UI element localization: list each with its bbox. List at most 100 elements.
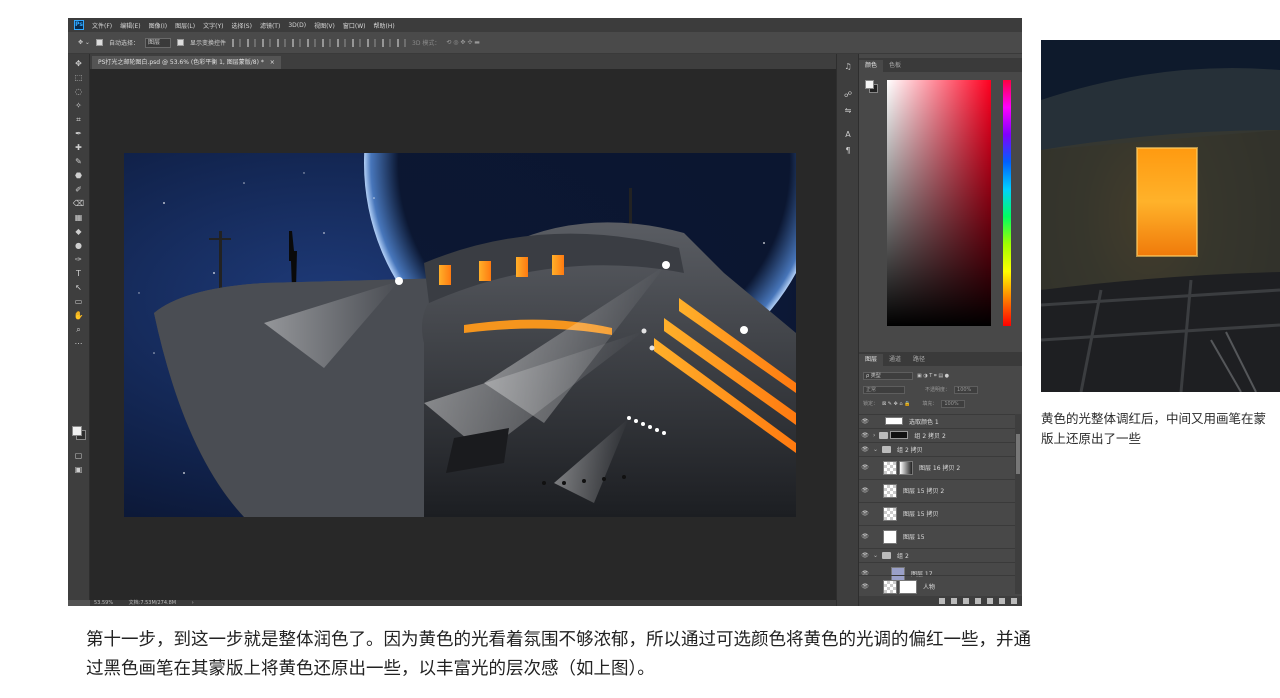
canvas-area[interactable]	[90, 69, 836, 600]
tab-channels[interactable]: 通道	[883, 354, 907, 366]
link-layers-icon[interactable]	[939, 598, 945, 604]
layer-name[interactable]: 组 2	[897, 551, 909, 560]
lock-icons[interactable]: ⊠ ✎ ✥ ⌂ 🔒	[882, 401, 910, 407]
layer-row[interactable]: 👁 人物	[859, 575, 1015, 597]
layer-name[interactable]: 图层 15	[903, 532, 925, 541]
color-panel-foreground-chip[interactable]	[865, 80, 874, 89]
layer-thumbnail[interactable]	[883, 506, 897, 521]
move-tool-icon[interactable]: ✥ ⌄	[78, 39, 90, 46]
layer-kind-filter[interactable]: ρ 类型	[863, 371, 913, 380]
menu-image[interactable]: 图像(I)	[149, 21, 167, 30]
layer-group-row[interactable]: 👁 › 组 2 拷贝 2	[859, 428, 1015, 441]
clone-stamp-tool-icon[interactable]: ⬣	[72, 170, 85, 181]
menu-filter[interactable]: 滤镜(T)	[260, 21, 280, 30]
layer-row[interactable]: 👁 图层 15 拷贝	[859, 502, 1015, 524]
auto-select-dropdown[interactable]: 图层	[144, 37, 171, 48]
healing-brush-tool-icon[interactable]: ✚	[72, 142, 85, 153]
tab-color[interactable]: 颜色	[859, 60, 884, 72]
tab-layers[interactable]: 图层	[859, 354, 884, 366]
eyedropper-tool-icon[interactable]: ✒	[72, 128, 85, 139]
align-top-icon[interactable]	[232, 38, 241, 47]
brush-tool-icon[interactable]: ✎	[72, 156, 85, 167]
3d-rotate-icon[interactable]: ⟲ ◎ ✥ ✣ ▬	[446, 39, 480, 46]
expand-arrow-icon[interactable]: ›	[873, 432, 875, 439]
menu-type[interactable]: 文字(Y)	[203, 21, 223, 30]
zoom-tool-icon[interactable]: ⌕	[72, 324, 85, 335]
menu-window[interactable]: 窗口(W)	[343, 21, 366, 30]
history-panel-icon[interactable]: ♫	[843, 62, 853, 72]
align-bottom-icon[interactable]	[262, 38, 271, 47]
layer-row[interactable]: 👁 图层 16 拷贝 2	[859, 456, 1015, 478]
layer-name[interactable]: 人物	[923, 582, 935, 591]
paragraph-panel-icon[interactable]: ¶	[843, 146, 853, 156]
screen-mode-icon[interactable]: ▣	[72, 464, 85, 475]
visibility-eye-icon[interactable]: 👁	[859, 432, 871, 439]
hand-tool-icon[interactable]: ✋	[72, 310, 85, 321]
adjustment-layer-icon[interactable]	[975, 598, 981, 604]
layer-mask-thumbnail[interactable]	[899, 460, 913, 475]
layer-thumbnail[interactable]	[883, 529, 897, 544]
status-arrow-icon[interactable]: ›	[192, 600, 194, 606]
layer-row[interactable]: 👁 图层 15	[859, 525, 1015, 547]
menu-layer[interactable]: 图层(L)	[175, 21, 195, 30]
gradient-tool-icon[interactable]: ▦	[72, 212, 85, 223]
type-tool-icon[interactable]: T	[72, 268, 85, 279]
layer-thumbnail[interactable]	[883, 460, 897, 475]
layer-name[interactable]: 组 2 拷贝	[897, 445, 923, 454]
align-middle-icon[interactable]	[247, 38, 256, 47]
scrollbar-thumb[interactable]	[1016, 434, 1020, 474]
zoom-level[interactable]: 53.59%	[94, 600, 113, 606]
lasso-tool-icon[interactable]: ◌	[72, 86, 85, 97]
blend-mode-dropdown[interactable]: 正常	[863, 385, 905, 394]
distribute-bottom-icon[interactable]	[352, 38, 361, 47]
quick-mask-icon[interactable]: ▢	[72, 450, 85, 461]
menu-select[interactable]: 选择(S)	[231, 21, 252, 30]
dodge-tool-icon[interactable]: ●	[72, 240, 85, 251]
character-panel-icon[interactable]: A	[843, 130, 853, 140]
marquee-tool-icon[interactable]: ⬚	[72, 72, 85, 83]
distribute-center-icon[interactable]	[382, 38, 391, 47]
magic-wand-tool-icon[interactable]: ✧	[72, 100, 85, 111]
layer-style-icon[interactable]	[951, 598, 957, 604]
crop-tool-icon[interactable]: ⌗	[72, 114, 85, 125]
auto-align-icon[interactable]	[397, 38, 406, 47]
align-right-icon[interactable]	[307, 38, 316, 47]
filter-type-icons[interactable]: ▣ ◑ T ⌗ ▤ ●	[917, 373, 949, 379]
new-group-icon[interactable]	[987, 598, 993, 604]
group-mask-thumbnail[interactable]	[890, 431, 909, 439]
menu-file[interactable]: 文件(F)	[92, 21, 112, 30]
align-left-icon[interactable]	[277, 38, 286, 47]
move-tool-icon[interactable]: ✥	[72, 58, 85, 69]
rectangle-tool-icon[interactable]: ▭	[72, 296, 85, 307]
add-mask-icon[interactable]	[963, 598, 969, 604]
brush-panel-icon[interactable]: ☍	[843, 90, 853, 100]
distribute-top-icon[interactable]	[322, 38, 331, 47]
pen-tool-icon[interactable]: ✑	[72, 254, 85, 265]
collapse-arrow-icon[interactable]: ⌄	[873, 552, 878, 559]
visibility-eye-icon[interactable]: 👁	[859, 446, 871, 453]
layer-name[interactable]: 组 2 拷贝 2	[914, 431, 945, 440]
delete-layer-icon[interactable]	[1011, 598, 1017, 604]
new-layer-icon[interactable]	[999, 598, 1005, 604]
show-transform-checkbox[interactable]	[176, 39, 184, 46]
document-tab[interactable]: PS打光之邮轮图白.psd @ 53.6% (色彩平衡 1, 图层蒙版/8) *…	[92, 56, 281, 69]
tab-swatches[interactable]: 色板	[883, 60, 907, 72]
distribute-left-icon[interactable]	[367, 38, 376, 47]
visibility-eye-icon[interactable]: 👁	[859, 583, 871, 590]
more-tools-icon[interactable]: ⋯	[72, 338, 85, 349]
visibility-eye-icon[interactable]: 👁	[859, 552, 871, 559]
layer-name[interactable]: 图层 16 拷贝 2	[919, 463, 960, 472]
layer-name[interactable]: 选取颜色 1	[909, 417, 939, 426]
menu-view[interactable]: 视图(V)	[314, 21, 335, 30]
layer-thumbnail[interactable]	[883, 483, 897, 498]
layer-thumbnail[interactable]	[883, 579, 897, 594]
path-selection-tool-icon[interactable]: ↖	[72, 282, 85, 293]
menu-help[interactable]: 帮助(H)	[374, 21, 395, 30]
visibility-eye-icon[interactable]: 👁	[859, 510, 871, 517]
visibility-eye-icon[interactable]: 👁	[859, 487, 871, 494]
layer-mask-thumbnail[interactable]	[899, 579, 917, 594]
layer-name[interactable]: 图层 15 拷贝	[903, 509, 938, 518]
visibility-eye-icon[interactable]: 👁	[859, 418, 871, 425]
hue-slider[interactable]	[1003, 80, 1011, 326]
align-center-icon[interactable]	[292, 38, 301, 47]
